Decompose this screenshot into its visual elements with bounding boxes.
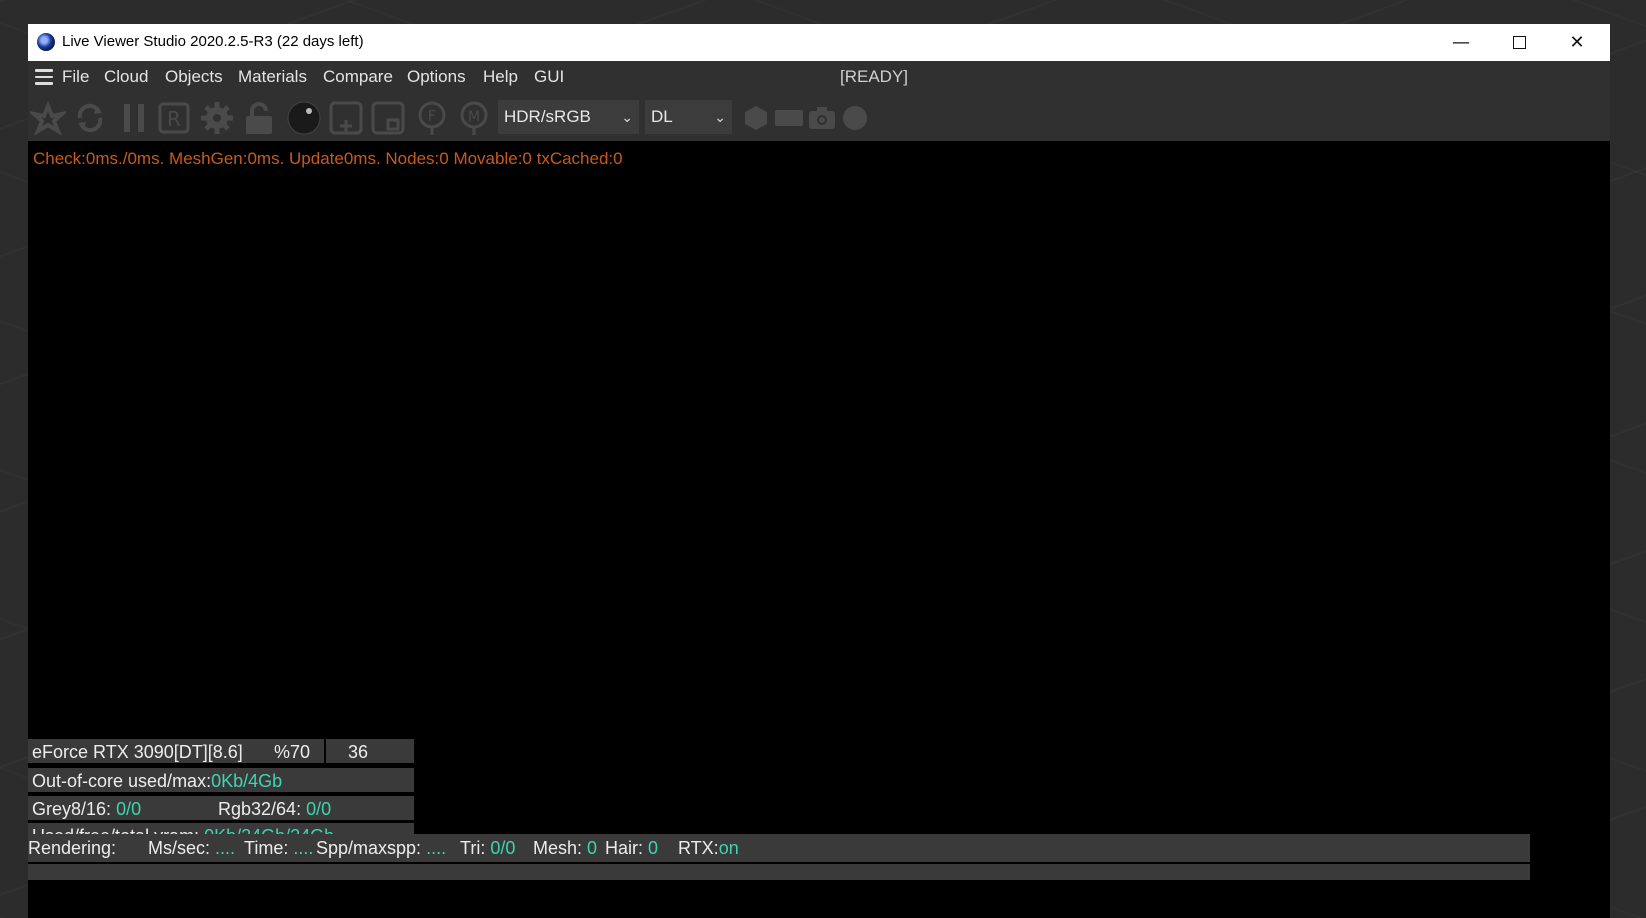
gpu-device-name: eForce RTX 3090[DT][8.6] — [32, 742, 243, 762]
time-value: .... — [293, 838, 314, 858]
refresh-icon[interactable] — [72, 100, 108, 136]
spp-label: Spp/maxspp: — [316, 838, 422, 858]
close-icon: ✕ — [1569, 32, 1585, 53]
out-of-core-label: Out-of-core used/max: — [32, 771, 212, 791]
menu-gui[interactable]: GUI — [534, 67, 564, 87]
menu-options[interactable]: Options — [407, 67, 466, 87]
pause-icon[interactable] — [116, 100, 152, 136]
menu-cloud[interactable]: Cloud — [104, 67, 148, 87]
time-stat: Time: .... — [244, 834, 313, 862]
grey-stat: Grey8/16: 0/0 — [32, 796, 141, 822]
settings-gear-icon[interactable] — [199, 100, 235, 136]
tri-value: 0/0 — [490, 838, 516, 858]
kernel-select[interactable]: DL ⌄ — [645, 100, 732, 134]
rtx-label: RTX: — [678, 838, 719, 858]
kernel-value: DL — [651, 107, 673, 126]
tri-stat: Tri: 0/0 — [460, 834, 515, 862]
texture-stats-row: Grey8/16: 0/0 Rgb32/64: 0/0 — [28, 796, 414, 822]
add-frame-icon[interactable] — [328, 100, 364, 136]
lock-icon[interactable] — [242, 100, 278, 136]
menu-file[interactable]: File — [62, 67, 89, 87]
app-window: Live Viewer Studio 2020.2.5-R3 (22 days … — [27, 24, 1610, 918]
ms-stat: Ms/sec: .... — [148, 834, 235, 862]
minimize-icon: — — [1452, 32, 1470, 53]
time-label: Time: — [244, 838, 289, 858]
rtx-value: on — [718, 838, 739, 858]
maximize-button[interactable] — [1490, 24, 1548, 61]
window-title: Live Viewer Studio 2020.2.5-R3 (22 days … — [62, 33, 364, 50]
focus-picker-icon[interactable]: F — [414, 100, 450, 136]
grey-value: 0/0 — [116, 799, 142, 819]
menu-compare[interactable]: Compare — [323, 67, 393, 87]
material-ball-icon[interactable] — [286, 100, 322, 136]
minimize-button[interactable]: — — [1432, 24, 1490, 61]
mesh-stat: Mesh: 0 — [533, 834, 597, 862]
rgb-stat: Rgb32/64: 0/0 — [218, 796, 331, 822]
hair-value: 0 — [648, 838, 659, 858]
gpu-usage: %70 — [274, 742, 311, 762]
spp-stat: Spp/maxspp: .... — [316, 834, 446, 862]
divider — [324, 739, 326, 765]
svg-text:M: M — [468, 109, 480, 125]
tri-label: Tri: — [460, 838, 486, 858]
circle-icon[interactable] — [837, 100, 873, 136]
render-status-label: [READY] — [840, 67, 909, 86]
crop-frame-icon[interactable] — [370, 100, 406, 136]
out-of-core-row: Out-of-core used/max:0Kb/4Gb — [28, 768, 414, 794]
gpu-device-row: eForce RTX 3090[DT][8.6] %70 36 — [28, 739, 414, 765]
gpu-temperature: 36 — [348, 742, 369, 762]
rgb-label: Rgb32/64: — [218, 799, 302, 819]
svg-text:R: R — [167, 107, 181, 131]
grey-label: Grey8/16: — [32, 799, 112, 819]
app-logo-icon — [37, 33, 55, 51]
render-status-bar: Rendering: Ms/sec: .... Time: .... Spp/m… — [28, 834, 1530, 862]
maximize-icon — [1512, 36, 1526, 49]
camera-icon[interactable] — [804, 100, 840, 136]
rtx-stat: RTX:on — [678, 834, 739, 862]
menu-objects[interactable]: Objects — [165, 67, 223, 87]
menu-materials[interactable]: Materials — [238, 67, 307, 87]
out-of-core-value: 0Kb/4Gb — [211, 771, 283, 791]
svg-text:F: F — [428, 107, 437, 125]
render-viewport[interactable]: Check:0ms./0ms. MeshGen:0ms. Update0ms. … — [28, 141, 1610, 918]
mesh-value: 0 — [587, 838, 598, 858]
performance-stats: Check:0ms./0ms. MeshGen:0ms. Update0ms. … — [33, 149, 623, 168]
hexagon-icon[interactable] — [738, 100, 774, 136]
close-button[interactable]: ✕ — [1548, 24, 1606, 61]
ms-value: .... — [215, 838, 236, 858]
toolbar: R F M HDR/sRGB ⌄ DL ⌄ — [27, 95, 1610, 141]
hamburger-menu-icon[interactable] — [35, 69, 53, 85]
hair-label: Hair: — [605, 838, 644, 858]
rectangle-icon[interactable] — [771, 100, 807, 136]
spp-value: .... — [426, 838, 447, 858]
hair-stat: Hair: 0 — [605, 834, 658, 862]
menu-bar: File Cloud Objects Materials Compare Opt… — [28, 61, 1610, 95]
material-picker-icon[interactable]: M — [456, 100, 492, 136]
render-progress-bar — [28, 864, 1530, 880]
region-render-icon[interactable]: R — [156, 100, 192, 136]
menu-help[interactable]: Help — [483, 67, 518, 87]
rgb-value: 0/0 — [306, 799, 332, 819]
chevron-down-icon: ⌄ — [714, 109, 726, 125]
rendering-label: Rendering: — [28, 838, 117, 858]
clay-render-icon[interactable] — [27, 100, 69, 136]
mesh-label: Mesh: — [533, 838, 583, 858]
chevron-down-icon: ⌄ — [621, 109, 633, 125]
color-mode-select[interactable]: HDR/sRGB ⌄ — [498, 100, 639, 134]
title-bar[interactable]: Live Viewer Studio 2020.2.5-R3 (22 days … — [28, 24, 1610, 61]
ms-label: Ms/sec: — [148, 838, 211, 858]
color-mode-value: HDR/sRGB — [504, 107, 591, 126]
